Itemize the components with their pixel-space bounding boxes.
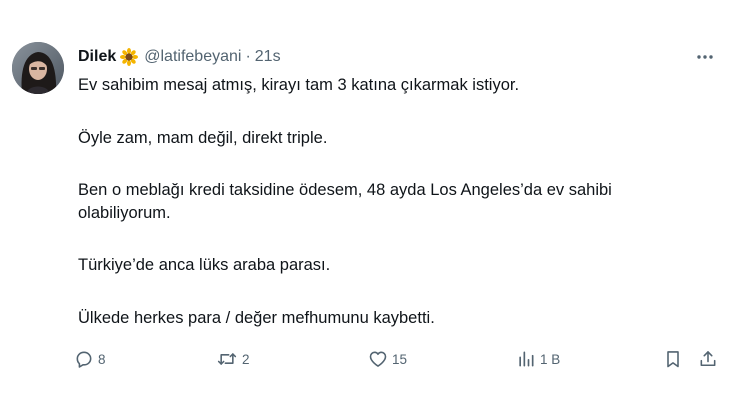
like-count: 15 [392,351,408,367]
reply-count: 8 [98,351,106,367]
share-icon [700,351,716,367]
tweet-paragraph: Ben o meblağı kredi taksidine ödesem, 48… [78,181,612,222]
reply-button[interactable]: 8 [74,346,106,372]
retweet-icon [217,353,237,365]
views-count: 1 B [540,351,561,367]
tweet-card[interactable]: Dilek @latifebeyani · 21s Ev sahibim mes… [0,0,730,420]
retweet-count: 2 [242,351,250,367]
tweet-paragraph: Ev sahibim mesaj atmış, kirayı tam 3 kat… [78,76,520,94]
avatar-image [12,42,64,94]
bookmark-button[interactable] [663,346,683,372]
more-icon [697,55,713,59]
author-display-name[interactable]: Dilek [78,48,116,66]
retweet-button[interactable]: 2 [216,346,250,372]
tweet-timestamp[interactable]: 21s [255,48,281,66]
avatar[interactable] [12,42,64,94]
separator-dot: · [245,48,251,65]
tweet-paragraph: Öyle zam, mam değil, direkt triple. [78,128,328,147]
tweet-text: Ev sahibim mesaj atmış, kirayı tam 3 kat… [78,74,638,329]
heart-icon [369,351,387,367]
analytics-icon [519,351,534,367]
views-button[interactable]: 1 B [516,346,560,372]
author-handle[interactable]: @latifebeyani [144,48,241,66]
more-options-button[interactable] [694,46,716,68]
share-button[interactable] [698,346,718,372]
reply-icon [76,351,92,368]
tweet-actions: 8 2 15 1 B [74,346,722,372]
bookmark-icon [667,351,679,368]
tweet-paragraph: Ülkede herkes para / değer mefhumunu kay… [78,308,435,327]
like-button[interactable]: 15 [368,346,407,372]
sunflower-icon [120,48,139,66]
tweet-header: Dilek @latifebeyani · 21s [78,46,680,68]
tweet-paragraph: Türkiye’de anca lüks araba parası. [78,256,331,274]
